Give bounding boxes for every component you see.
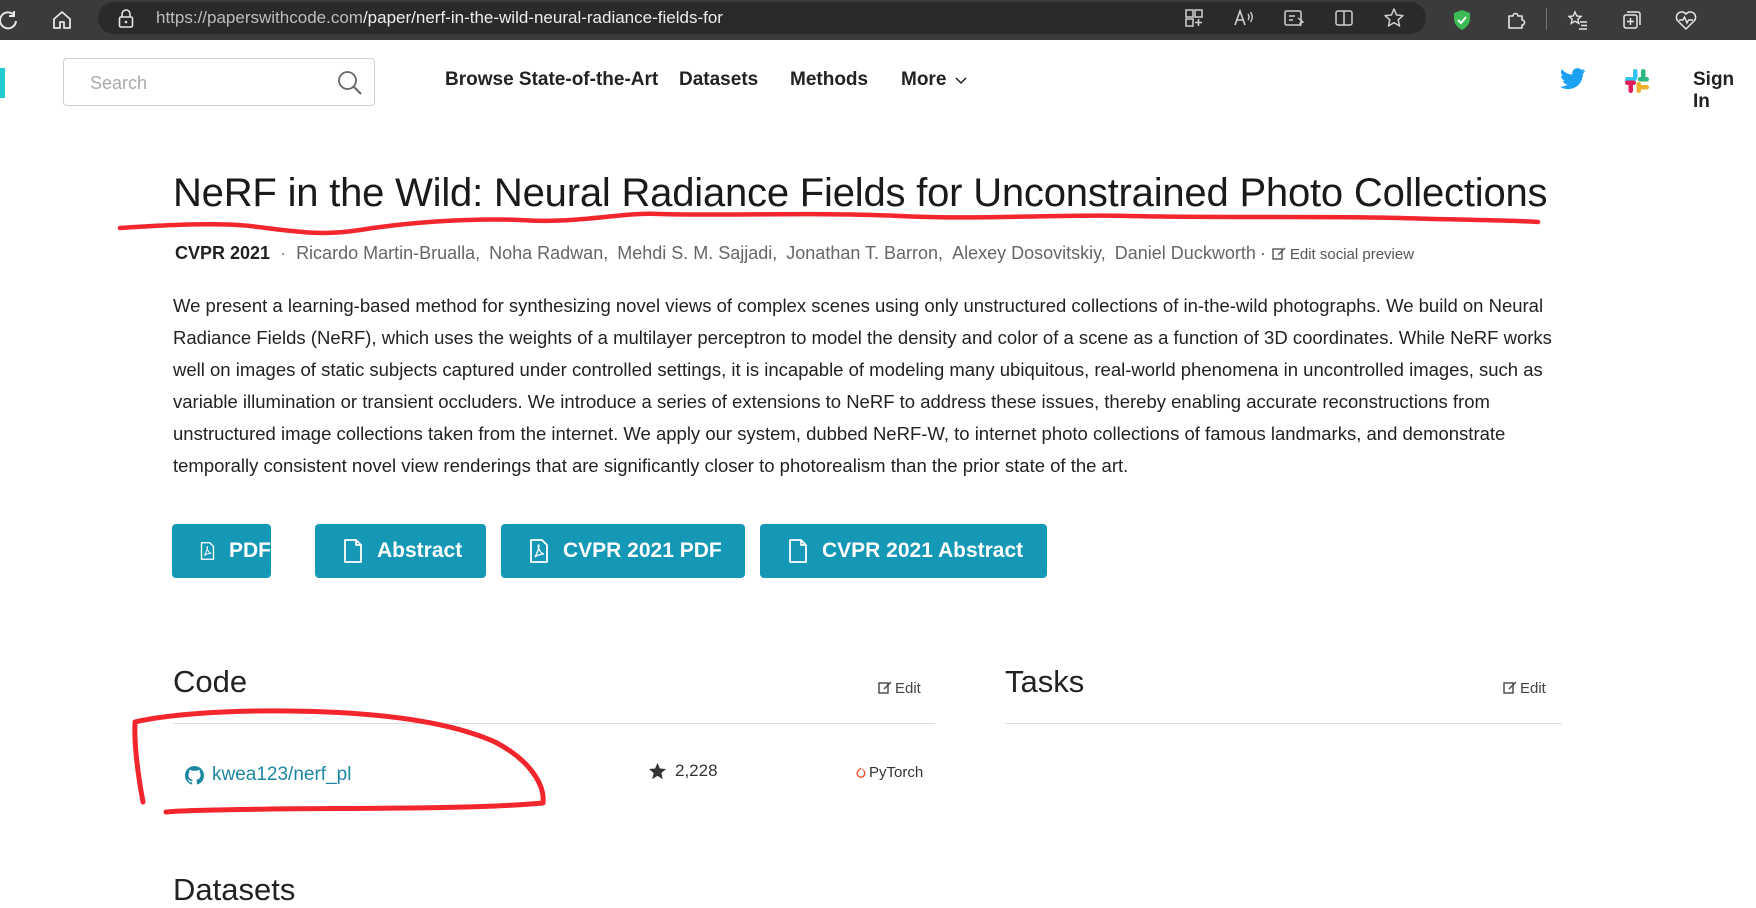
address-bar[interactable]: https://paperswithcode.com/paper/nerf-in… — [98, 2, 1426, 34]
pdf-button[interactable]: PDF — [172, 524, 271, 578]
site-logo[interactable] — [0, 68, 5, 98]
home-icon[interactable] — [48, 6, 76, 34]
cvpr-abstract-button-label: CVPR 2021 Abstract — [822, 539, 1024, 562]
pdf-button-label: PDF — [229, 539, 271, 562]
sign-in-link[interactable]: Sign In — [1693, 69, 1756, 113]
nav-browse-sota[interactable]: Browse State-of-the-Art — [445, 69, 658, 91]
framework-badge: PyTorch — [856, 764, 923, 781]
paper-title: NeRF in the Wild: Neural Radiance Fields… — [173, 171, 1548, 215]
twitter-icon[interactable] — [1560, 68, 1586, 95]
browser-essentials-icon[interactable] — [1672, 6, 1700, 34]
cvpr-pdf-button-label: CVPR 2021 PDF — [563, 539, 722, 562]
collections-icon[interactable] — [1618, 6, 1646, 34]
search-icon[interactable] — [336, 69, 364, 102]
pytorch-icon — [856, 767, 866, 778]
extensions-puzzle-icon[interactable] — [1502, 6, 1530, 34]
read-aloud-icon[interactable] — [1232, 6, 1256, 30]
edit-icon — [1503, 681, 1517, 694]
slack-icon[interactable] — [1624, 68, 1650, 99]
tasks-edit-label: Edit — [1520, 680, 1546, 697]
cvpr-pdf-button[interactable]: CVPR 2021 PDF — [501, 524, 745, 578]
search-box[interactable] — [63, 58, 375, 106]
edit-social-preview-label: Edit social preview — [1289, 246, 1415, 263]
author-link[interactable]: Alexey Dosovitskiy, — [952, 243, 1106, 263]
pdf-file-icon — [200, 542, 215, 560]
abstract-button-label: Abstract — [377, 539, 463, 562]
code-repo-circle-annotation — [132, 708, 546, 815]
reader-view-icon[interactable] — [1282, 6, 1306, 30]
star-icon — [648, 762, 667, 780]
nav-datasets[interactable]: Datasets — [679, 69, 758, 91]
edit-social-preview-link[interactable]: Edit social preview — [1272, 246, 1414, 263]
pdf-file-icon — [530, 539, 548, 563]
code-edit-label: Edit — [895, 680, 921, 697]
code-repo-link[interactable]: kwea123/nerf_pl — [185, 764, 351, 786]
favorites-list-icon[interactable] — [1564, 6, 1592, 34]
nav-more[interactable]: More — [901, 69, 967, 91]
code-repo-name: kwea123/nerf_pl — [212, 764, 352, 785]
edit-icon — [1272, 247, 1286, 260]
tasks-section-title: Tasks — [1005, 664, 1085, 699]
repo-star-count: 2,228 — [675, 761, 718, 780]
author-link[interactable]: Noha Radwan, — [489, 243, 608, 263]
url-path: /paper/nerf-in-the-wild-neural-radiance-… — [362, 8, 723, 27]
paper-meta: CVPR 2021 · Ricardo Martin-Brualla, Noha Ra… — [175, 243, 1414, 264]
author-link[interactable]: Daniel Duckworth — [1115, 243, 1256, 263]
author-link[interactable]: Mehdi S. M. Sajjadi, — [617, 243, 777, 263]
abstract-button[interactable]: Abstract — [315, 524, 486, 578]
shield-extension-icon[interactable] — [1448, 6, 1476, 34]
paper-abstract: We present a learning-based method for s… — [173, 295, 1552, 476]
author-link[interactable]: Jonathan T. Barron, — [786, 243, 943, 263]
favorite-star-icon[interactable] — [1382, 6, 1406, 30]
repo-stars: 2,228 — [648, 761, 718, 781]
reload-icon[interactable] — [0, 6, 22, 34]
meta-separator: · — [280, 243, 287, 263]
nav-methods[interactable]: Methods — [790, 69, 868, 91]
author-link[interactable]: Ricardo Martin-Brualla, — [296, 243, 480, 263]
datasets-section-title: Datasets — [173, 872, 296, 907]
meta-separator: · — [1259, 243, 1266, 263]
file-icon — [344, 539, 362, 563]
url-text[interactable]: https://paperswithcode.com/paper/nerf-in… — [156, 8, 723, 28]
lock-icon[interactable] — [118, 9, 134, 33]
file-icon — [789, 539, 807, 563]
apps-icon[interactable] — [1182, 6, 1206, 30]
tasks-section-divider — [1005, 723, 1562, 724]
title-underline-annotation — [117, 211, 1541, 236]
code-section-divider — [173, 723, 935, 724]
search-input[interactable] — [88, 69, 332, 97]
edit-icon — [878, 681, 892, 694]
github-icon — [185, 765, 204, 785]
conference-badge[interactable]: CVPR 2021 — [175, 243, 270, 263]
tasks-edit-link[interactable]: Edit — [1503, 680, 1546, 697]
nav-more-label: More — [901, 69, 947, 90]
split-screen-icon[interactable] — [1332, 6, 1356, 30]
browser-toolbar: https://paperswithcode.com/paper/nerf-in… — [0, 0, 1756, 40]
cvpr-abstract-button[interactable]: CVPR 2021 Abstract — [760, 524, 1047, 578]
framework-label: PyTorch — [869, 764, 924, 781]
toolbar-divider — [1546, 8, 1547, 30]
chevron-down-icon — [955, 77, 967, 85]
code-edit-link[interactable]: Edit — [878, 680, 921, 697]
code-section-title: Code — [173, 664, 248, 699]
url-host: https://paperswithcode.com — [156, 8, 363, 27]
